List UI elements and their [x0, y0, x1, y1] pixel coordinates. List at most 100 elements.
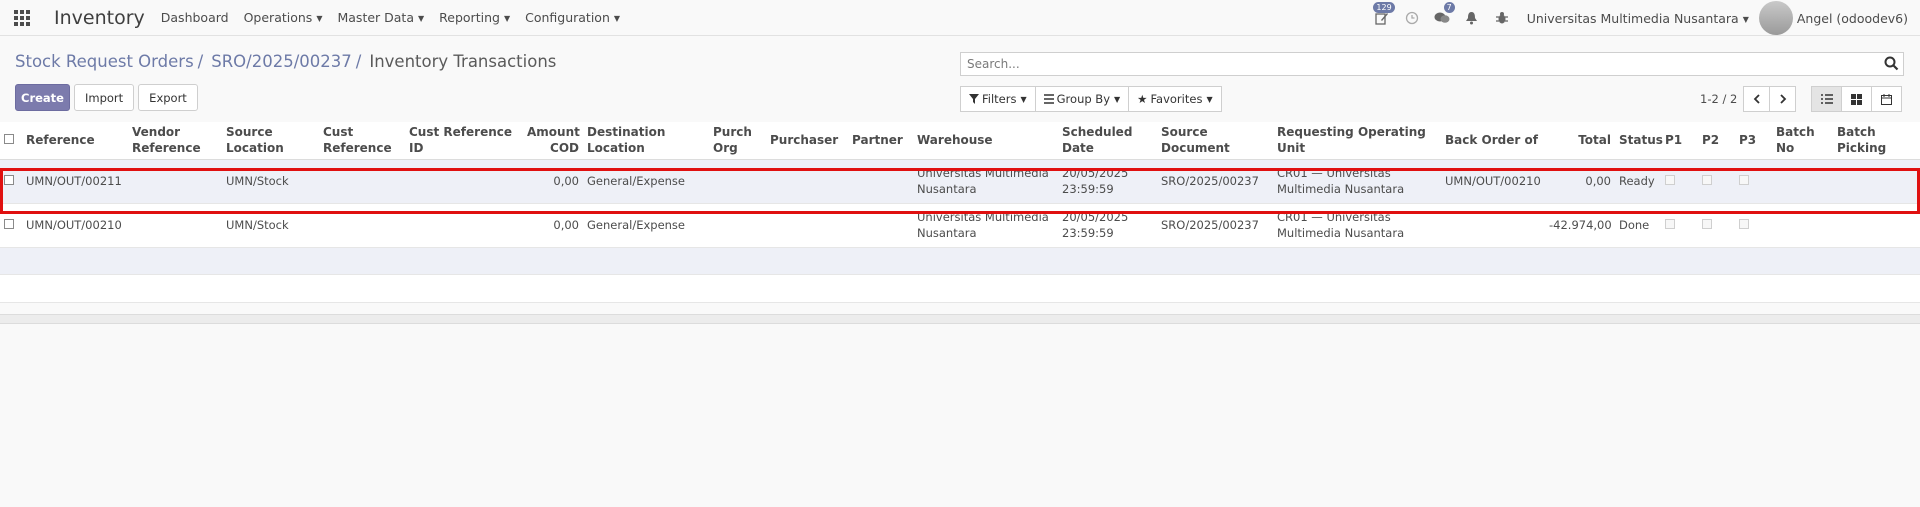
cell-reference[interactable]: UMN/OUT/00210: [22, 203, 128, 248]
bell-icon[interactable]: [1457, 0, 1487, 36]
cell-requesting-operating-unit[interactable]: CR01 — Universitas Multimedia Nusantara: [1273, 203, 1441, 248]
breadcrumb-item-sro[interactable]: SRO/2025/00237: [211, 52, 352, 71]
search-input[interactable]: Search...: [960, 52, 1904, 76]
cell-batch-picking[interactable]: [1833, 159, 1920, 204]
column-header[interactable]: Cust Reference: [319, 122, 405, 160]
cell-purchaser[interactable]: [766, 159, 848, 204]
cell-destination-location[interactable]: General/Expense: [583, 203, 709, 248]
cell-p2[interactable]: [1698, 159, 1735, 204]
menu-master-data[interactable]: Master Data ▼: [337, 10, 424, 25]
checkbox[interactable]: [4, 175, 14, 185]
table-row[interactable]: UMN/OUT/00210 UMN/Stock 0,00 General/Exp…: [0, 203, 1920, 248]
group-by-button[interactable]: Group By ▼: [1034, 86, 1130, 112]
cell-partner[interactable]: [848, 203, 913, 248]
company-switcher[interactable]: Universitas Multimedia Nusantara ▼: [1527, 11, 1749, 26]
cell-source-document[interactable]: SRO/2025/00237: [1157, 159, 1273, 204]
column-header[interactable]: Reference: [22, 122, 128, 160]
column-header[interactable]: Partner: [848, 122, 913, 160]
column-header[interactable]: Purchaser: [766, 122, 848, 160]
row-select-cell[interactable]: [0, 159, 22, 204]
column-header[interactable]: P2: [1698, 122, 1735, 160]
column-header[interactable]: Cust Reference ID: [405, 122, 523, 160]
menu-operations[interactable]: Operations ▼: [244, 10, 323, 25]
column-header[interactable]: Back Order of: [1441, 122, 1545, 160]
menu-reporting[interactable]: Reporting ▼: [439, 10, 510, 25]
cell-cust-reference-id[interactable]: [405, 159, 523, 204]
breadcrumb-item-stock-request-orders[interactable]: Stock Request Orders: [15, 52, 194, 71]
checkbox[interactable]: [4, 219, 14, 229]
cell-warehouse[interactable]: Universitas Multimedia Nusantara: [913, 159, 1058, 204]
cell-reference[interactable]: UMN/OUT/00211: [22, 159, 128, 204]
messages-icon[interactable]: 7: [1427, 0, 1457, 36]
column-header[interactable]: Total: [1545, 122, 1615, 160]
create-button[interactable]: Create: [15, 84, 70, 111]
column-header[interactable]: Warehouse: [913, 122, 1058, 160]
cell-cust-reference-id[interactable]: [405, 203, 523, 248]
cell-status[interactable]: Done: [1615, 203, 1661, 248]
cell-total[interactable]: -42.974,00: [1545, 203, 1615, 248]
cell-p3[interactable]: [1735, 159, 1772, 204]
apps-menu-icon[interactable]: [0, 0, 44, 36]
cell-vendor-reference[interactable]: [128, 203, 222, 248]
pager-previous-button[interactable]: [1743, 86, 1771, 112]
column-header[interactable]: Vendor Reference: [128, 122, 222, 160]
table-row[interactable]: UMN/OUT/00211 UMN/Stock 0,00 General/Exp…: [0, 159, 1920, 204]
column-header[interactable]: P1: [1661, 122, 1698, 160]
search-icon[interactable]: [1884, 56, 1899, 74]
column-header[interactable]: Purch Org: [709, 122, 766, 160]
cell-back-order-of[interactable]: UMN/OUT/00210: [1441, 159, 1545, 204]
cell-batch-no[interactable]: [1772, 159, 1833, 204]
cell-source-location[interactable]: UMN/Stock: [222, 159, 319, 204]
list-view-button[interactable]: [1811, 86, 1842, 112]
cell-amount-cod[interactable]: 0,00: [523, 159, 583, 204]
column-header[interactable]: Source Document: [1157, 122, 1273, 160]
cell-partner[interactable]: [848, 159, 913, 204]
select-all-checkbox[interactable]: [0, 122, 22, 160]
pager-value[interactable]: 1-2 / 2: [1700, 92, 1737, 106]
avatar[interactable]: [1758, 1, 1793, 35]
column-header[interactable]: Batch Picking: [1833, 122, 1920, 160]
column-header[interactable]: Batch No: [1772, 122, 1833, 160]
cell-back-order-of[interactable]: [1441, 203, 1545, 248]
column-header[interactable]: Status: [1615, 122, 1663, 160]
cell-p1[interactable]: [1661, 203, 1698, 248]
cell-total[interactable]: 0,00: [1545, 159, 1615, 204]
cell-scheduled-date[interactable]: 20/05/2025 23:59:59: [1058, 203, 1157, 248]
column-header[interactable]: Destination Location: [583, 122, 709, 160]
cell-purchaser[interactable]: [766, 203, 848, 248]
menu-configuration[interactable]: Configuration ▼: [525, 10, 620, 25]
filters-button[interactable]: Filters ▼: [960, 86, 1036, 112]
app-name[interactable]: Inventory: [54, 7, 145, 29]
activity-edit-icon[interactable]: 129: [1367, 0, 1397, 36]
column-header[interactable]: Amount COD: [523, 122, 583, 160]
cell-requesting-operating-unit[interactable]: CR01 — Universitas Multimedia Nusantara: [1273, 159, 1441, 204]
cell-source-document[interactable]: SRO/2025/00237: [1157, 203, 1273, 248]
checkbox[interactable]: [4, 134, 14, 145]
cell-cust-reference[interactable]: [319, 159, 405, 204]
menu-dashboard[interactable]: Dashboard: [161, 10, 229, 25]
row-select-cell[interactable]: [0, 203, 22, 248]
calendar-view-button[interactable]: [1871, 86, 1902, 112]
cell-warehouse[interactable]: Universitas Multimedia Nusantara: [913, 203, 1058, 248]
column-header[interactable]: Source Location: [222, 122, 319, 160]
favorites-button[interactable]: ★ Favorites ▼: [1128, 86, 1222, 112]
cell-status[interactable]: Ready: [1615, 159, 1661, 204]
cell-source-location[interactable]: UMN/Stock: [222, 203, 319, 248]
export-button[interactable]: Export: [138, 84, 198, 111]
column-header[interactable]: P3: [1735, 122, 1772, 160]
pager-next-button[interactable]: [1769, 86, 1797, 112]
kanban-view-button[interactable]: [1841, 86, 1872, 112]
cell-p3[interactable]: [1735, 203, 1772, 248]
cell-cust-reference[interactable]: [319, 203, 405, 248]
cell-amount-cod[interactable]: 0,00: [523, 203, 583, 248]
cell-vendor-reference[interactable]: [128, 159, 222, 204]
user-menu[interactable]: Angel (odoodev6): [1797, 11, 1908, 26]
cell-batch-picking[interactable]: [1833, 203, 1920, 248]
debug-bug-icon[interactable]: [1487, 0, 1517, 36]
cell-purch-org[interactable]: [709, 159, 766, 204]
import-button[interactable]: Import: [74, 84, 135, 111]
cell-destination-location[interactable]: General/Expense: [583, 159, 709, 204]
clock-icon[interactable]: [1397, 0, 1427, 36]
cell-purch-org[interactable]: [709, 203, 766, 248]
cell-p1[interactable]: [1661, 159, 1698, 204]
